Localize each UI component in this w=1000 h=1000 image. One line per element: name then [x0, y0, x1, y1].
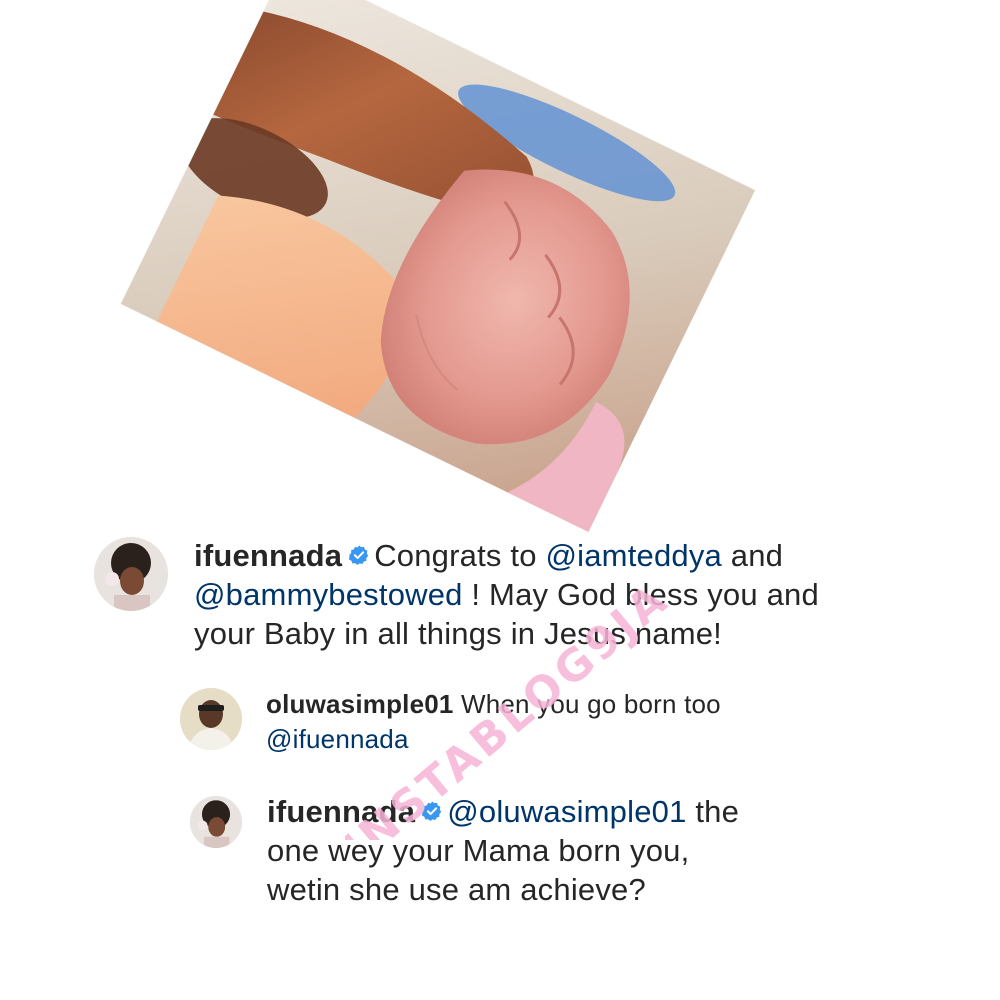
comment-2-text: oluwasimple01 When you go born too @ifuen…	[266, 687, 906, 757]
verified-badge-icon	[421, 800, 443, 822]
mention-link[interactable]: @bammybestowed	[194, 577, 463, 612]
ifuennada-avatar[interactable]	[94, 537, 168, 611]
comment-2-segment: When you go born too	[461, 689, 721, 719]
oluwasimple01-avatar[interactable]	[180, 688, 242, 750]
baby-hand-photo	[121, 0, 755, 532]
comment-3-segment: one wey your Mama born you,	[267, 833, 690, 868]
comment-3-segment: the	[686, 794, 740, 829]
comment-3-text: ifuennada @oluwasimple01 the one wey your …	[267, 792, 927, 909]
comment-1-text: ifuennada Congrats to @iamteddya and @bamm…	[194, 536, 934, 653]
comment-3-username[interactable]: ifuennada	[267, 794, 415, 829]
comment-2-username[interactable]: oluwasimple01	[266, 689, 454, 719]
comment-1-segment: ! May God bless you and	[462, 577, 819, 612]
comment-3-segment: wetin she use am achieve?	[267, 872, 646, 907]
ifuennada-avatar[interactable]	[190, 796, 242, 848]
comment-1-segment: your Baby in all things in Jesus name!	[194, 616, 722, 651]
mention-link[interactable]: @iamteddya	[545, 538, 722, 573]
mention-link[interactable]: @ifuennada	[266, 724, 409, 754]
verified-badge-icon	[348, 544, 370, 566]
comment-1-segment: and	[721, 538, 784, 573]
comment-1-segment: Congrats to	[374, 538, 546, 573]
mention-link[interactable]: @oluwasimple01	[447, 794, 686, 829]
comment-1-username[interactable]: ifuennada	[194, 538, 342, 573]
